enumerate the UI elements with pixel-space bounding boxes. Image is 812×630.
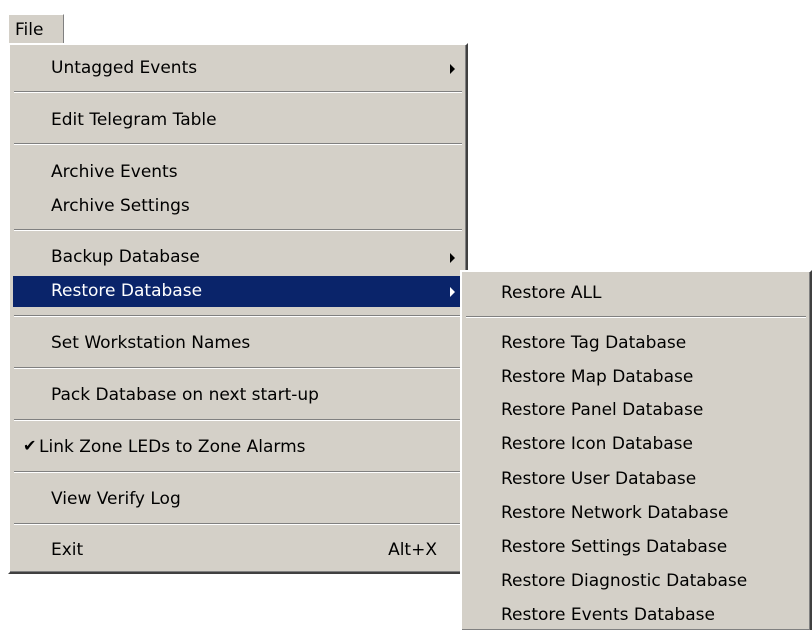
restore-database-submenu: Restore ALL Restore Tag Database Restore… [460,270,812,630]
menu-item-exit[interactable]: Exit Alt+X [13,535,463,566]
checkmark-icon: ✔ [23,436,37,455]
menu-item-untagged-events[interactable]: Untagged Events [13,53,463,84]
menu-item-label: Archive Settings [51,196,190,216]
menu-item-backup-database[interactable]: Backup Database [13,242,463,273]
file-menu: Untagged Events Edit Telegram Table Arch… [8,43,468,574]
menu-item-label: Exit [51,540,84,560]
menu-item-restore-icon-database[interactable]: Restore Icon Database [465,429,807,460]
menu-item-label: Archive Events [51,162,178,182]
menu-separator [14,315,462,317]
menu-separator [14,523,462,525]
menu-item-restore-all[interactable]: Restore ALL [465,278,807,309]
menu-item-pack-database[interactable]: Pack Database on next start-up [13,380,463,411]
menu-item-label: Set Workstation Names [51,333,251,353]
menu-item-restore-database[interactable]: Restore Database [13,276,463,307]
menu-item-restore-events-database[interactable]: Restore Events Database [465,600,807,630]
submenu-arrow-icon [450,287,455,297]
menu-item-label: Restore Diagnostic Database [501,571,748,591]
menu-item-label: Backup Database [51,247,200,267]
menu-item-label: Restore Database [51,281,203,301]
menu-item-label: Pack Database on next start-up [51,385,319,405]
menu-item-label: Restore User Database [501,469,697,489]
menu-item-view-verify-log[interactable]: View Verify Log [13,484,463,515]
menu-item-label: Untagged Events [51,58,198,78]
menu-item-label: Restore Panel Database [501,400,704,420]
menu-item-restore-user-database[interactable]: Restore User Database [465,464,807,495]
menu-item-link-zone-leds[interactable]: ✔ Link Zone LEDs to Zone Alarms [13,432,463,463]
file-menu-label: File [15,20,44,40]
menu-item-restore-map-database[interactable]: Restore Map Database [465,362,807,393]
menu-separator [14,91,462,93]
menu-separator [14,367,462,369]
menu-separator [14,229,462,231]
menu-item-label: Restore Settings Database [501,537,728,557]
menu-item-label: Restore Icon Database [501,434,693,454]
menu-item-label: Edit Telegram Table [51,110,217,130]
menu-item-label: Restore Map Database [501,367,694,387]
submenu-arrow-icon [450,64,455,74]
menu-item-archive-settings[interactable]: Archive Settings [13,191,463,222]
menu-item-label: Restore Tag Database [501,333,687,353]
menu-item-label: Restore ALL [501,283,602,303]
menu-item-edit-telegram-table[interactable]: Edit Telegram Table [13,105,463,136]
menu-item-archive-events[interactable]: Archive Events [13,157,463,188]
app-root: File Untagged Events Edit Telegram Table… [0,0,812,630]
menu-item-label: Restore Events Database [501,605,715,625]
menu-item-restore-tag-database[interactable]: Restore Tag Database [465,328,807,359]
menu-item-restore-settings-database[interactable]: Restore Settings Database [465,532,807,563]
menu-item-label: Restore Network Database [501,503,729,523]
menu-item-restore-network-database[interactable]: Restore Network Database [465,498,807,529]
menu-separator [14,143,462,145]
file-menu-button[interactable]: File [8,14,64,44]
menu-separator [14,419,462,421]
menu-item-restore-diagnostic-database[interactable]: Restore Diagnostic Database [465,566,807,597]
menu-item-label: Link Zone LEDs to Zone Alarms [39,437,306,457]
menu-item-shortcut: Alt+X [388,540,437,560]
submenu-arrow-icon [450,253,455,263]
menu-separator [14,471,462,473]
menu-separator [466,316,806,318]
menu-item-restore-panel-database[interactable]: Restore Panel Database [465,395,807,426]
menu-item-label: View Verify Log [51,489,181,509]
menu-item-set-workstation-names[interactable]: Set Workstation Names [13,328,463,359]
